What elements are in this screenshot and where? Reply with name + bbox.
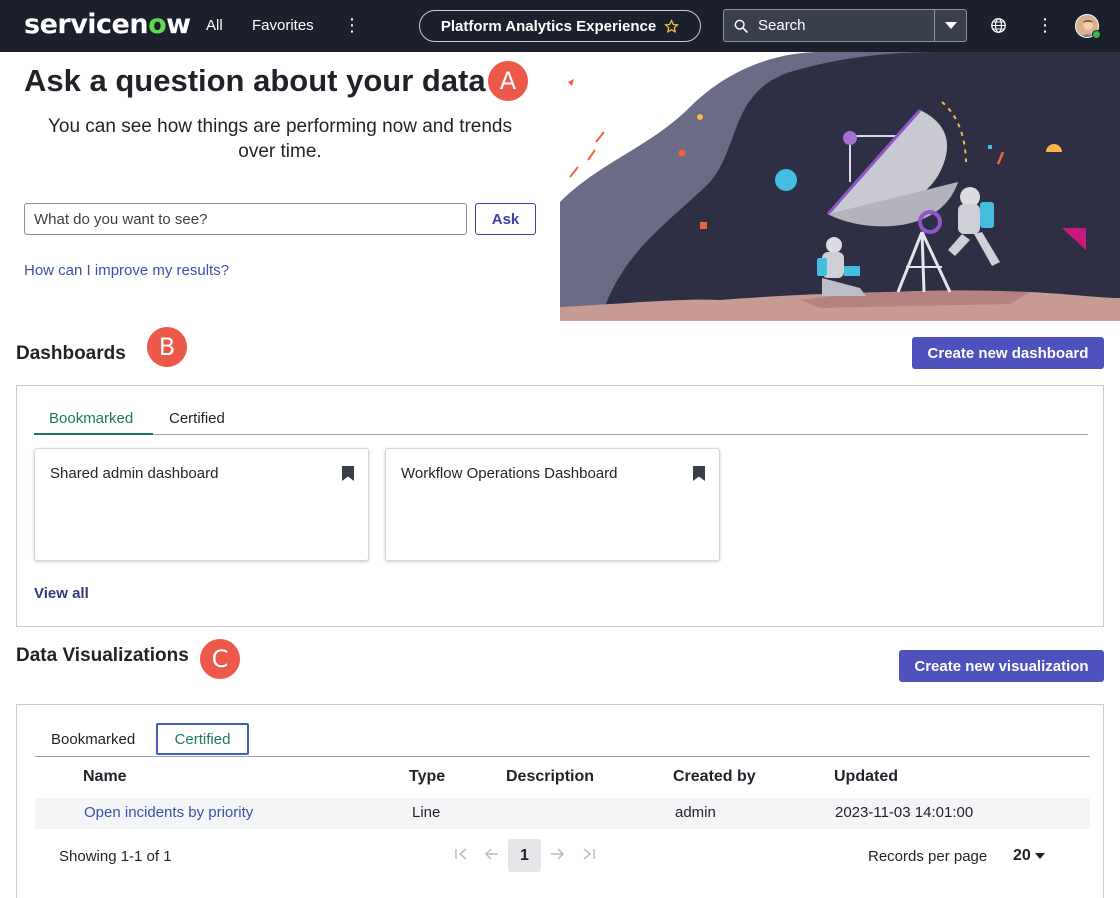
page-subtitle: You can see how things are performing no… xyxy=(47,116,513,162)
search-input[interactable]: Search xyxy=(758,17,934,34)
visualizations-heading: Data Visualizations xyxy=(16,645,189,666)
search-icon xyxy=(724,9,758,42)
chevron-down-icon xyxy=(944,21,957,29)
global-search[interactable]: Search xyxy=(723,9,967,42)
globe-icon[interactable] xyxy=(990,17,1007,34)
more-options-icon[interactable]: ⋮ xyxy=(1036,14,1054,36)
app-name-pill[interactable]: Platform Analytics Experience xyxy=(419,10,701,42)
nav-favorites-menu[interactable]: Favorites xyxy=(252,17,314,34)
column-header-created-by[interactable]: Created by xyxy=(673,768,756,786)
next-page-icon[interactable] xyxy=(549,846,565,862)
dashboard-card-title: Workflow Operations Dashboard xyxy=(401,465,618,482)
last-page-icon[interactable] xyxy=(581,846,597,862)
top-navigation-bar: servicenow All Favorites ⋮ Platform Anal… xyxy=(0,0,1120,52)
records-per-page-select[interactable]: 20 xyxy=(1013,847,1046,865)
chevron-down-icon xyxy=(1035,853,1046,859)
servicenow-logo[interactable]: servicenow xyxy=(24,9,191,40)
tab-visualizations-certified[interactable]: Certified xyxy=(156,723,249,755)
visualizations-panel: Bookmarked Certified Name Type Descripti… xyxy=(16,704,1104,898)
current-page-button[interactable]: 1 xyxy=(508,839,541,872)
dashboards-heading: Dashboards xyxy=(16,343,126,364)
nav-all-menu[interactable]: All xyxy=(206,17,223,34)
bookmark-icon[interactable] xyxy=(342,466,354,481)
previous-page-icon[interactable] xyxy=(484,846,500,862)
improve-results-link[interactable]: How can I improve my results? xyxy=(24,262,229,279)
ask-button[interactable]: Ask xyxy=(475,203,536,235)
view-all-link[interactable]: View all xyxy=(34,585,89,602)
column-header-type[interactable]: Type xyxy=(409,768,445,786)
records-per-page-value: 20 xyxy=(1013,847,1031,864)
records-per-page-label: Records per page xyxy=(868,848,988,865)
search-scope-dropdown[interactable] xyxy=(934,10,966,41)
app-name-label: Platform Analytics Experience xyxy=(440,17,657,35)
tab-visualizations-bookmarked[interactable]: Bookmarked xyxy=(51,731,135,748)
tabs-divider xyxy=(153,434,1088,435)
callout-badge-a: A xyxy=(488,61,528,101)
first-page-icon[interactable] xyxy=(453,846,469,862)
callout-badge-c: C xyxy=(200,639,240,679)
callout-badge-b: B xyxy=(147,327,187,367)
tab-dashboards-bookmarked[interactable]: Bookmarked xyxy=(49,410,133,427)
visualization-name-link[interactable]: Open incidents by priority xyxy=(84,804,253,821)
active-tab-indicator xyxy=(34,433,153,435)
tab-dashboards-certified[interactable]: Certified xyxy=(169,410,225,427)
dashboard-card[interactable]: Shared admin dashboard xyxy=(34,448,369,561)
bookmark-icon[interactable] xyxy=(693,466,705,481)
dashboard-card[interactable]: Workflow Operations Dashboard xyxy=(385,448,720,561)
more-menu-icon[interactable]: ⋮ xyxy=(343,14,361,36)
page-title: Ask a question about your data xyxy=(24,63,486,98)
visualization-updated: 2023-11-03 14:01:00 xyxy=(835,804,974,821)
column-header-name[interactable]: Name xyxy=(83,768,127,786)
ask-question-input[interactable]: What do you want to see? xyxy=(24,203,467,235)
pagination-summary: Showing 1-1 of 1 xyxy=(59,848,172,865)
column-header-updated[interactable]: Updated xyxy=(834,768,898,786)
tabs-divider xyxy=(35,756,1090,757)
create-dashboard-button[interactable]: Create new dashboard xyxy=(912,337,1104,369)
dashboard-card-title: Shared admin dashboard xyxy=(50,465,219,482)
create-visualization-button[interactable]: Create new visualization xyxy=(899,650,1104,682)
visualization-created-by: admin xyxy=(675,804,716,821)
visualization-type: Line xyxy=(412,804,441,821)
favorite-star-icon[interactable] xyxy=(664,18,680,34)
dashboards-panel: Bookmarked Certified Shared admin dashbo… xyxy=(16,385,1104,627)
column-header-description[interactable]: Description xyxy=(506,768,594,786)
online-status-indicator xyxy=(1092,30,1101,39)
astronaut-telescope-illustration xyxy=(560,52,1120,321)
